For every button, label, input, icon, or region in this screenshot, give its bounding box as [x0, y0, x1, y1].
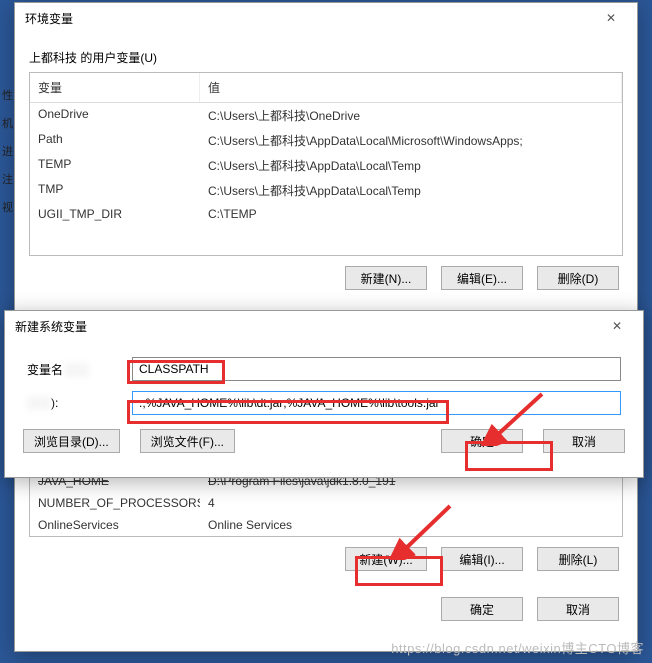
env-ok-button[interactable]: 确定: [441, 597, 523, 621]
col-header-val[interactable]: 值: [200, 73, 622, 102]
system-new-button[interactable]: 新建(W)...: [345, 547, 427, 571]
user-delete-button[interactable]: 删除(D): [537, 266, 619, 290]
newvar-title: 新建系统变量: [15, 318, 87, 335]
newvar-cancel-button[interactable]: 取消: [543, 429, 625, 453]
env-titlebar[interactable]: 环境变量 ✕: [15, 3, 637, 33]
system-edit-button[interactable]: 编辑(I)...: [441, 547, 523, 571]
var-name-label: 变量名xxxx: [27, 361, 122, 378]
bg-frag: 机: [2, 115, 14, 131]
user-vars-label: 上都科技 的用户变量(U): [29, 49, 623, 66]
table-row[interactable]: OneDriveC:\Users\上都科技\OneDrive: [30, 103, 622, 128]
browse-file-button[interactable]: 浏览文件(F)...: [140, 429, 235, 453]
user-new-button[interactable]: 新建(N)...: [345, 266, 427, 290]
col-header-var[interactable]: 变量: [30, 73, 200, 102]
var-name-input[interactable]: [132, 357, 621, 381]
system-vars-grid[interactable]: JAVA_HOMED:\Program Files\java\jdk1.8.0_…: [29, 470, 623, 537]
system-delete-button[interactable]: 删除(L): [537, 547, 619, 571]
user-vars-grid[interactable]: 变量 值 OneDriveC:\Users\上都科技\OneDrive Path…: [29, 72, 623, 256]
bg-frag: 注: [2, 171, 14, 187]
close-icon[interactable]: ✕: [597, 314, 637, 338]
table-row[interactable]: UGII_TMP_DIRC:\TEMP: [30, 203, 622, 225]
table-row[interactable]: PathC:\Users\上都科技\AppData\Local\Microsof…: [30, 128, 622, 153]
watermark: https://blog.csdn.net/weixin博主CTO博客: [391, 638, 644, 657]
var-value-label: xxxx):: [27, 396, 122, 410]
var-value-input[interactable]: [132, 391, 621, 415]
user-edit-button[interactable]: 编辑(E)...: [441, 266, 523, 290]
close-icon[interactable]: ✕: [591, 6, 631, 30]
table-row[interactable]: NUMBER_OF_PROCESSORS4: [30, 492, 622, 514]
newvar-ok-button[interactable]: 确定: [441, 429, 523, 453]
bg-frag: 进: [2, 143, 14, 159]
bg-frag: 性: [2, 87, 14, 103]
env-title: 环境变量: [25, 10, 73, 27]
newvar-titlebar[interactable]: 新建系统变量 ✕: [5, 311, 643, 341]
new-sysvar-dialog: 新建系统变量 ✕ 变量名xxxx xxxx): 浏览目录(D)... 浏览文件(…: [4, 310, 644, 478]
bg-frag: 视: [2, 199, 14, 215]
env-cancel-button[interactable]: 取消: [537, 597, 619, 621]
table-row[interactable]: OnlineServicesOnline Services: [30, 514, 622, 536]
table-row[interactable]: TEMPC:\Users\上都科技\AppData\Local\Temp: [30, 153, 622, 178]
browse-dir-button[interactable]: 浏览目录(D)...: [23, 429, 120, 453]
table-row[interactable]: TMPC:\Users\上都科技\AppData\Local\Temp: [30, 178, 622, 203]
